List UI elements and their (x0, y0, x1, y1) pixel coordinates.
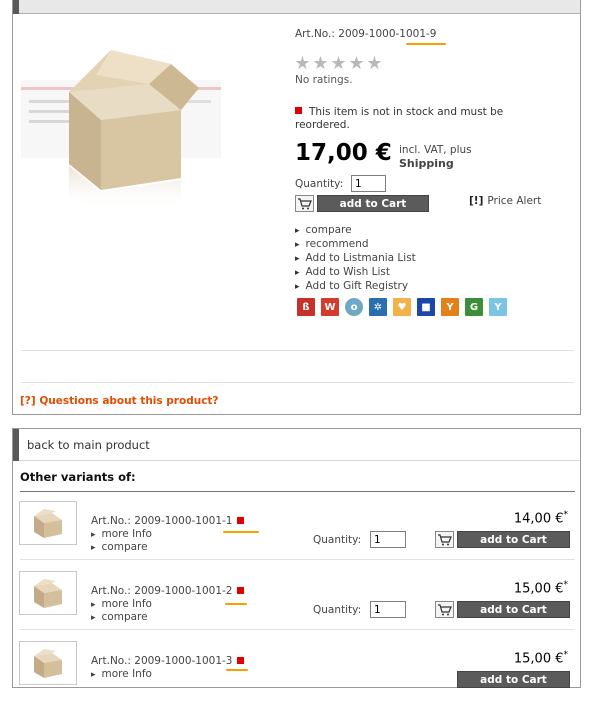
social-icon-5[interactable]: ♥ (393, 298, 411, 316)
star-icon[interactable]: ★ (366, 55, 383, 73)
stock-status-icon (237, 517, 245, 524)
divider (20, 559, 575, 560)
variant-price: 15,00 €* (514, 580, 568, 596)
social-bookmarks: ß W o ✲ ♥ ■ Y G Y (297, 298, 507, 316)
variants-panel: back to main product Other variants of: … (12, 428, 581, 688)
variant-price: 14,00 €* (514, 510, 568, 526)
stock-status-icon (295, 107, 302, 114)
product-action-links: compare recommend Add to Listmania List … (295, 224, 416, 294)
more-info-link[interactable]: more Info (91, 528, 152, 540)
wish-list-link[interactable]: Add to Wish List (295, 266, 416, 280)
variant-art-no[interactable]: Art.No.: 2009-1000-1001-1 (91, 515, 232, 527)
price-asterisk: * (563, 580, 569, 590)
star-icon[interactable]: ★ (294, 55, 311, 73)
stock-note: This item is not in stock and must be re… (295, 106, 555, 132)
star-icon[interactable]: ★ (348, 55, 365, 73)
compare-link[interactable]: compare (91, 541, 148, 553)
cart-icon[interactable] (435, 601, 454, 618)
variant-thumbnail[interactable] (19, 501, 77, 545)
quantity-input[interactable] (370, 601, 406, 618)
back-to-main-link[interactable]: back to main product (27, 438, 150, 452)
social-icon-3[interactable]: o (345, 298, 363, 316)
quantity-label: Quantity: (313, 604, 362, 616)
panel-accent (13, 0, 19, 14)
variant-article-number: Art.No.: 2009-1000-1001-3 (91, 655, 245, 667)
price-alert-label: Price Alert (487, 195, 542, 207)
price-asterisk: * (563, 650, 569, 660)
quantity-input[interactable] (370, 531, 406, 548)
price-asterisk: * (563, 510, 569, 520)
back-to-main-header[interactable]: back to main product (13, 429, 580, 461)
vat-info: incl. VAT, plus Shipping (399, 144, 472, 171)
rating-stars[interactable]: ★ ★ ★ ★ ★ (294, 55, 383, 73)
divider (21, 350, 574, 351)
variant-row: Art.No.: 2009-1000-1001-2 more Info comp… (13, 571, 580, 641)
annotation-underline (226, 669, 248, 671)
product-price: 17,00 € (295, 140, 392, 166)
compare-link[interactable]: compare (91, 611, 148, 623)
add-to-cart-button[interactable]: add to Cart (317, 195, 429, 212)
more-info-link[interactable]: more Info (91, 598, 152, 610)
product-image[interactable] (21, 40, 233, 210)
other-variants-heading: Other variants of: (20, 470, 136, 484)
variant-article-number: Art.No.: 2009-1000-1001-1 (91, 515, 245, 527)
variant-price-value: 15,00 € (513, 581, 564, 597)
variant-price: 15,00 €* (514, 650, 568, 666)
compare-link[interactable]: compare (295, 224, 416, 238)
star-icon[interactable]: ★ (312, 55, 329, 73)
gift-registry-link[interactable]: Add to Gift Registry (295, 280, 416, 294)
social-icon-8[interactable]: G (465, 298, 483, 316)
shipping-link[interactable]: Shipping (399, 157, 454, 170)
annotation-underline (406, 43, 446, 45)
annotation-underline (223, 531, 259, 533)
variant-art-no[interactable]: Art.No.: 2009-1000-1001-2 (91, 585, 232, 597)
social-icon-6[interactable]: ■ (417, 298, 435, 316)
rating-text: No ratings. (295, 74, 353, 86)
variant-art-no[interactable]: Art.No.: 2009-1000-1001-3 (91, 655, 232, 667)
price-alert-link[interactable]: [!] Price Alert (469, 195, 541, 207)
social-icon-7[interactable]: Y (441, 298, 459, 316)
stock-note-text: This item is not in stock and must be re… (295, 106, 504, 131)
variant-price-value: 14,00 € (513, 511, 564, 527)
stock-status-icon (237, 657, 245, 664)
quantity-input[interactable] (351, 175, 386, 192)
social-icon-4[interactable]: ✲ (369, 298, 387, 316)
more-info-link[interactable]: more Info (91, 668, 152, 680)
social-icon-9[interactable]: Y (489, 298, 507, 316)
recommend-link[interactable]: recommend (295, 238, 416, 252)
quantity-label: Quantity: (295, 178, 344, 190)
add-to-cart-button[interactable]: add to Cart (457, 531, 570, 548)
variant-thumbnail[interactable] (19, 641, 77, 685)
social-icon-2[interactable]: W (321, 298, 339, 316)
vat-text: incl. VAT, plus (399, 144, 472, 156)
price-alert-marker: [!] (469, 195, 484, 207)
variant-row: Art.No.: 2009-1000-1001-3 more Info 15,0… (13, 641, 580, 711)
annotation-underline (225, 603, 247, 605)
star-icon[interactable]: ★ (330, 55, 347, 73)
panel-accent (13, 429, 19, 461)
variant-article-number: Art.No.: 2009-1000-1001-2 (91, 585, 245, 597)
article-number: Art.No.: 2009-1000-1001-9 (295, 28, 437, 40)
stock-status-icon (237, 587, 245, 594)
cart-icon[interactable] (295, 195, 314, 212)
divider (20, 491, 575, 492)
product-panel: Art.No.: 2009-1000-1001-9 ★ ★ ★ ★ ★ No r… (12, 0, 581, 415)
panel-top-bar (13, 0, 580, 14)
variant-row: Art.No.: 2009-1000-1001-1 more Info comp… (13, 501, 580, 571)
listmania-link[interactable]: Add to Listmania List (295, 252, 416, 266)
product-question-link[interactable]: [?] Questions about this product? (20, 395, 219, 407)
variant-price-value: 15,00 € (513, 651, 564, 667)
quantity-label: Quantity: (313, 534, 362, 546)
divider (20, 629, 575, 630)
variant-thumbnail[interactable] (19, 571, 77, 615)
add-to-cart-button[interactable]: add to Cart (457, 601, 570, 618)
social-icon-1[interactable]: ß (297, 298, 315, 316)
cart-icon[interactable] (435, 531, 454, 548)
divider (21, 382, 574, 383)
